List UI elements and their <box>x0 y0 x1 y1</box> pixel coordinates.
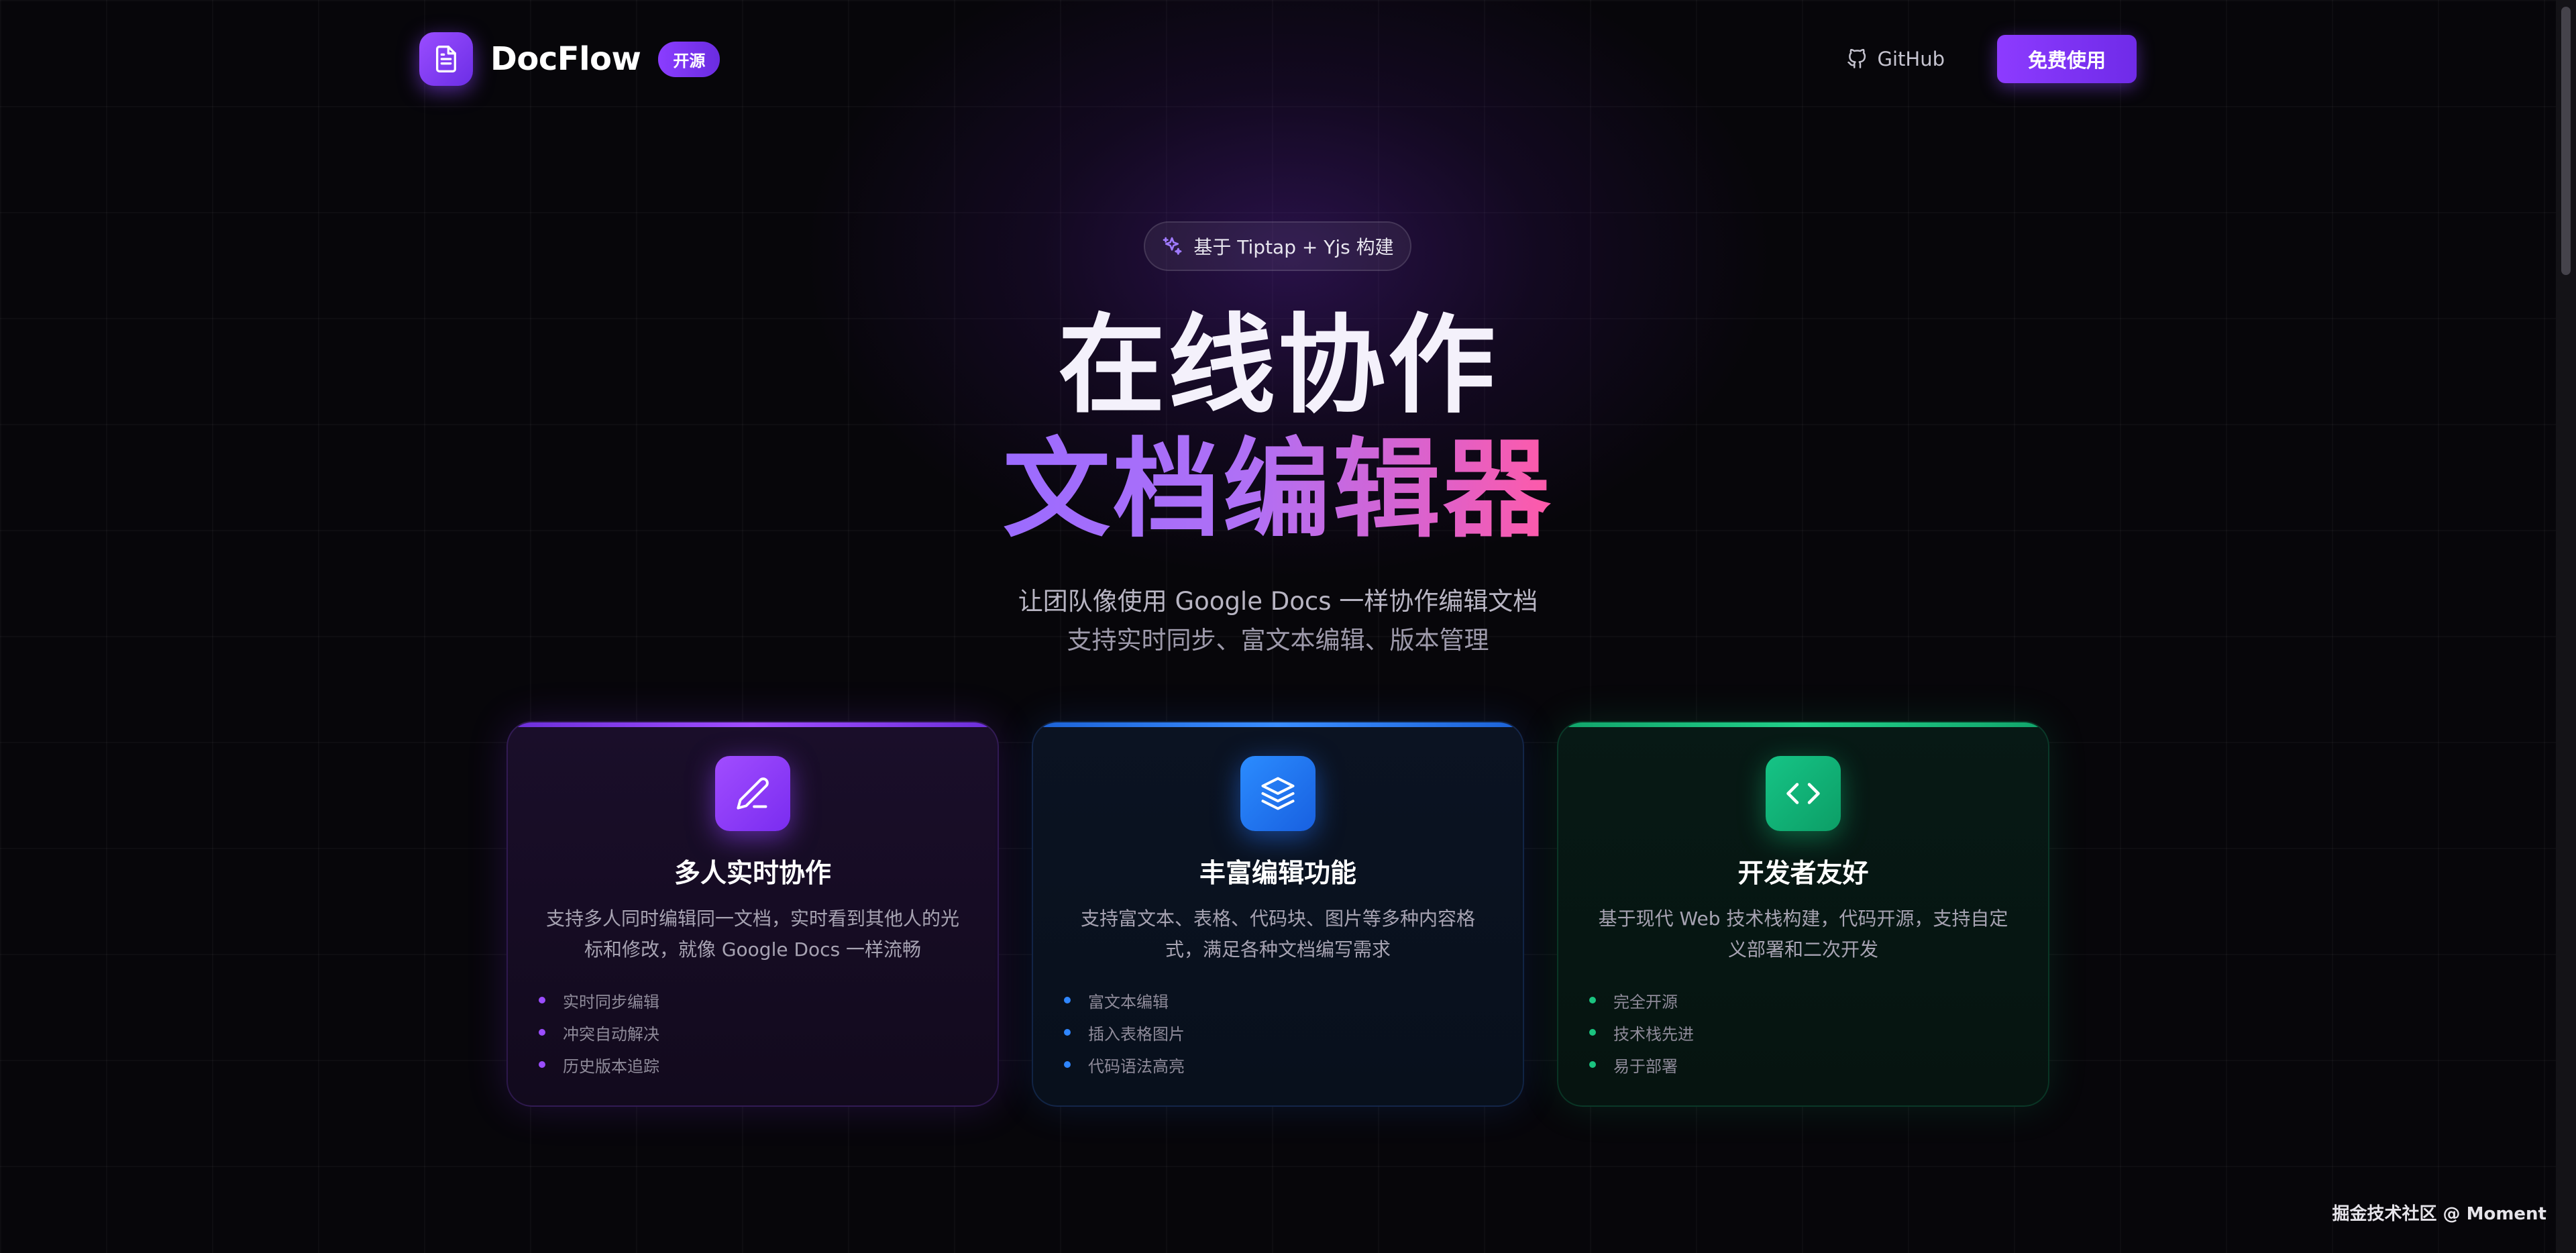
list-item: 富文本编辑 <box>1064 984 1185 1016</box>
top-navbar: DocFlow 开源 GitHub 免费使用 <box>419 32 2137 86</box>
list-item: 完全开源 <box>1589 984 1694 1016</box>
hero-title-line1: 在线协作 <box>1057 303 1498 428</box>
feature-title: 多人实时协作 <box>674 859 831 889</box>
feature-card-collaboration: 多人实时协作 支持多人同时编辑同一文档，实时看到其他人的光标和修改，就像 Goo… <box>506 721 999 1107</box>
list-item: 插入表格图片 <box>1064 1016 1185 1048</box>
code-icon <box>1766 756 1841 831</box>
list-item: 历史版本追踪 <box>539 1048 659 1081</box>
scrollbar[interactable] <box>2556 0 2576 1253</box>
feature-list: 富文本编辑 插入表格图片 代码语法高亮 <box>1064 984 1185 1081</box>
sparkles-icon <box>1163 237 1182 255</box>
feature-description: 基于现代 Web 技术栈构建，代码开源，支持自定义部署和二次开发 <box>1598 908 2008 961</box>
pen-icon <box>715 756 790 831</box>
feature-description: 支持富文本、表格、代码块、图片等多种内容格式，满足各种文档编写需求 <box>1080 908 1475 961</box>
layers-icon <box>1240 756 1316 831</box>
watermark: 掘金技术社区 @ Moment <box>2332 1204 2546 1224</box>
document-icon <box>419 32 473 86</box>
list-item: 实时同步编辑 <box>539 984 659 1016</box>
brand-name: DocFlow <box>490 40 641 78</box>
logo[interactable]: DocFlow 开源 <box>419 32 720 86</box>
tech-badge: 基于 Tiptap + Yjs 构建 <box>1144 221 1411 271</box>
feature-description: 支持多人同时编辑同一文档，实时看到其他人的光标和修改，就像 Google Doc… <box>545 908 959 961</box>
tech-badge-label: 基于 Tiptap + Yjs 构建 <box>1193 236 1394 258</box>
list-item: 代码语法高亮 <box>1064 1048 1185 1081</box>
feature-card-developer: 开发者友好 基于现代 Web 技术栈构建，代码开源，支持自定义部署和二次开发 完… <box>1557 721 2049 1107</box>
github-icon <box>1847 49 1866 68</box>
hero-subtitle-line2: 支持实时同步、富文本编辑、版本管理 <box>1067 626 1489 655</box>
hero-title-line2: 文档编辑器 <box>1002 427 1553 552</box>
scrollbar-thumb[interactable] <box>2561 7 2571 275</box>
hero-subtitle-line1: 让团队像使用 Google Docs 一样协作编辑文档 <box>1018 587 1538 616</box>
list-item: 易于部署 <box>1589 1048 1694 1081</box>
feature-title: 开发者友好 <box>1737 859 1869 889</box>
open-source-badge: 开源 <box>658 41 720 77</box>
feature-card-editing: 丰富编辑功能 支持富文本、表格、代码块、图片等多种内容格式，满足各种文档编写需求… <box>1032 721 1524 1107</box>
list-item: 技术栈先进 <box>1589 1016 1694 1048</box>
free-use-button[interactable]: 免费使用 <box>1997 35 2137 83</box>
feature-list: 实时同步编辑 冲突自动解决 历史版本追踪 <box>539 984 659 1081</box>
list-item: 冲突自动解决 <box>539 1016 659 1048</box>
feature-list: 完全开源 技术栈先进 易于部署 <box>1589 984 1694 1081</box>
feature-title: 丰富编辑功能 <box>1199 859 1356 889</box>
github-label: GitHub <box>1877 48 1945 70</box>
github-link[interactable]: GitHub <box>1847 48 1945 70</box>
